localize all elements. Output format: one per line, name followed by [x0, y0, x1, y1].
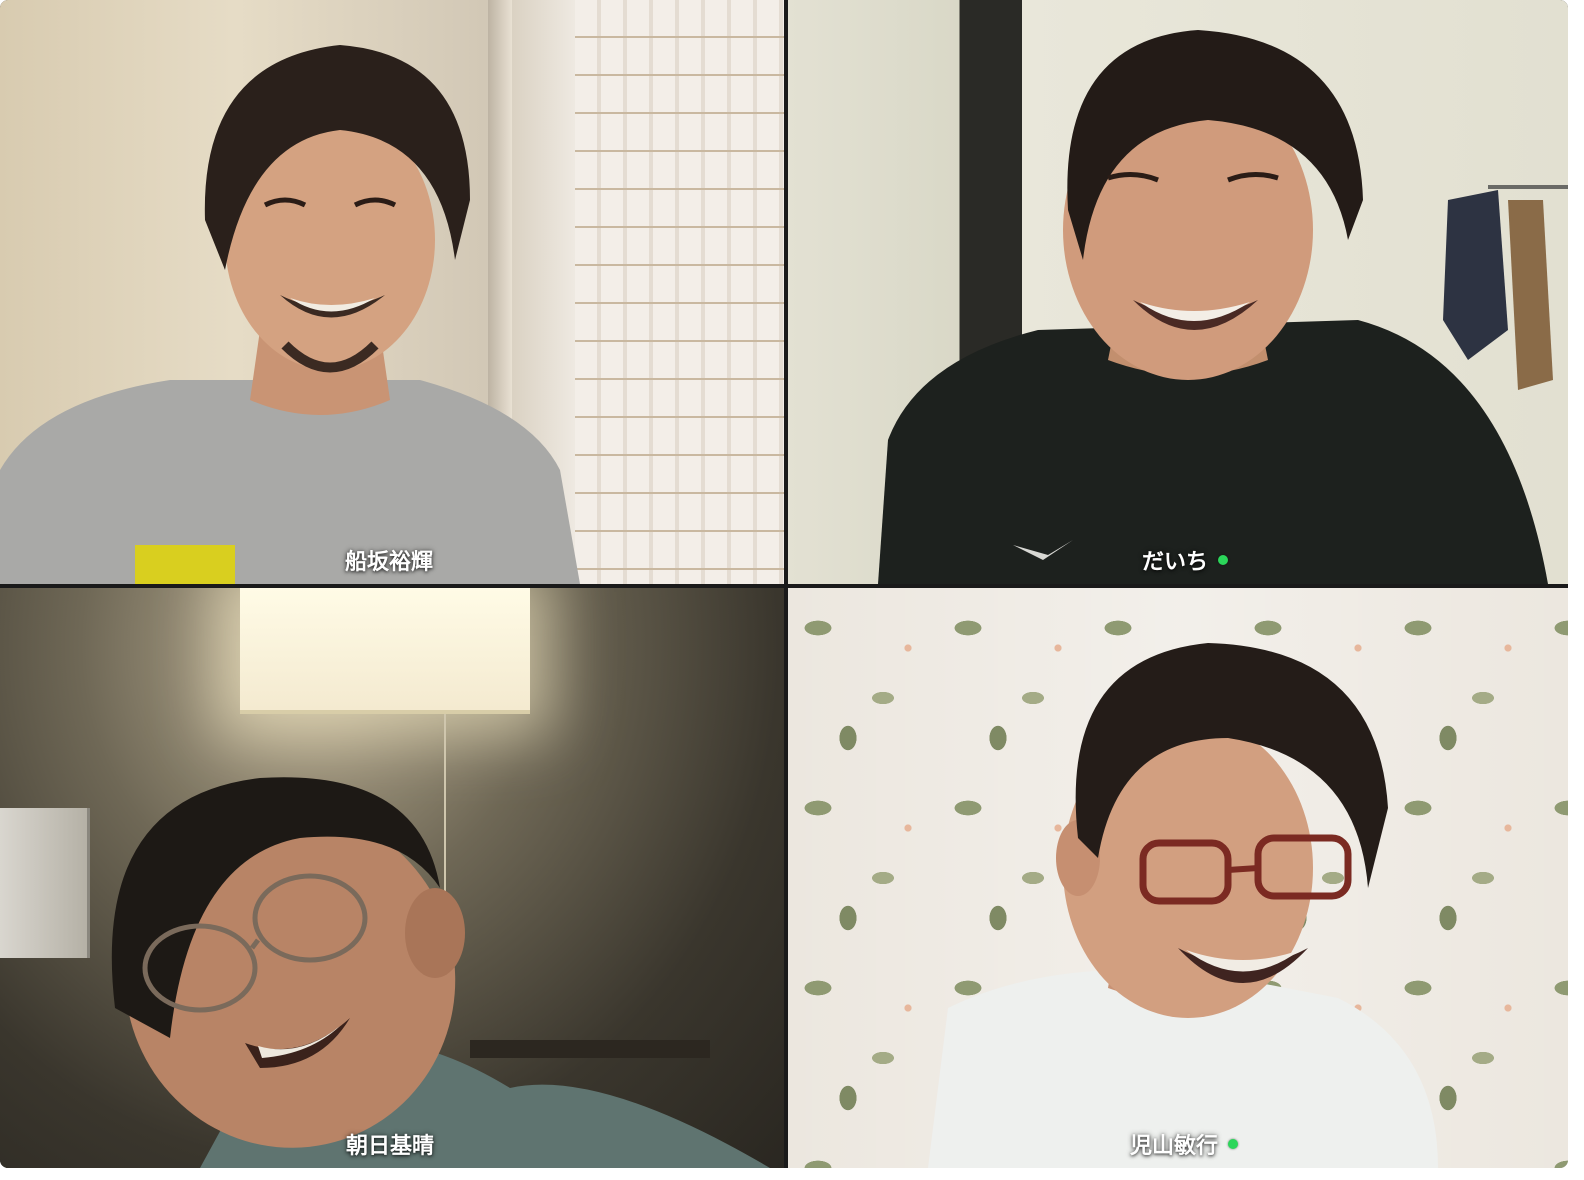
- participant-name-label: 船坂裕輝: [345, 544, 433, 576]
- participant-name-label: だいち: [1142, 544, 1229, 576]
- participant-video: [928, 643, 1438, 1168]
- speaking-indicator-icon: [1228, 1139, 1239, 1149]
- participant-tile-asahi[interactable]: 朝日基晴: [0, 588, 784, 1168]
- participant-video: [0, 45, 580, 584]
- participant-name: だいち: [1142, 550, 1209, 575]
- participant-video: [878, 30, 1568, 584]
- speaking-indicator-icon: [1218, 555, 1229, 565]
- participant-video: [111, 777, 770, 1168]
- participant-tile-funasaka[interactable]: 船坂裕輝: [0, 0, 784, 584]
- participant-tile-daichi[interactable]: だいち: [788, 0, 1568, 584]
- participant-name: 船坂裕輝: [345, 550, 434, 575]
- video-call-window: 船坂裕輝 だいち 朝日基晴 児山敏行: [0, 0, 1568, 1168]
- participant-name-label: 朝日基晴: [346, 1128, 434, 1160]
- participant-name: 児山敏行: [1130, 1134, 1219, 1159]
- participant-name: 朝日基晴: [346, 1134, 435, 1159]
- participant-tile-koyama[interactable]: 児山敏行: [788, 588, 1568, 1168]
- participant-name-label: 児山敏行: [1130, 1128, 1239, 1160]
